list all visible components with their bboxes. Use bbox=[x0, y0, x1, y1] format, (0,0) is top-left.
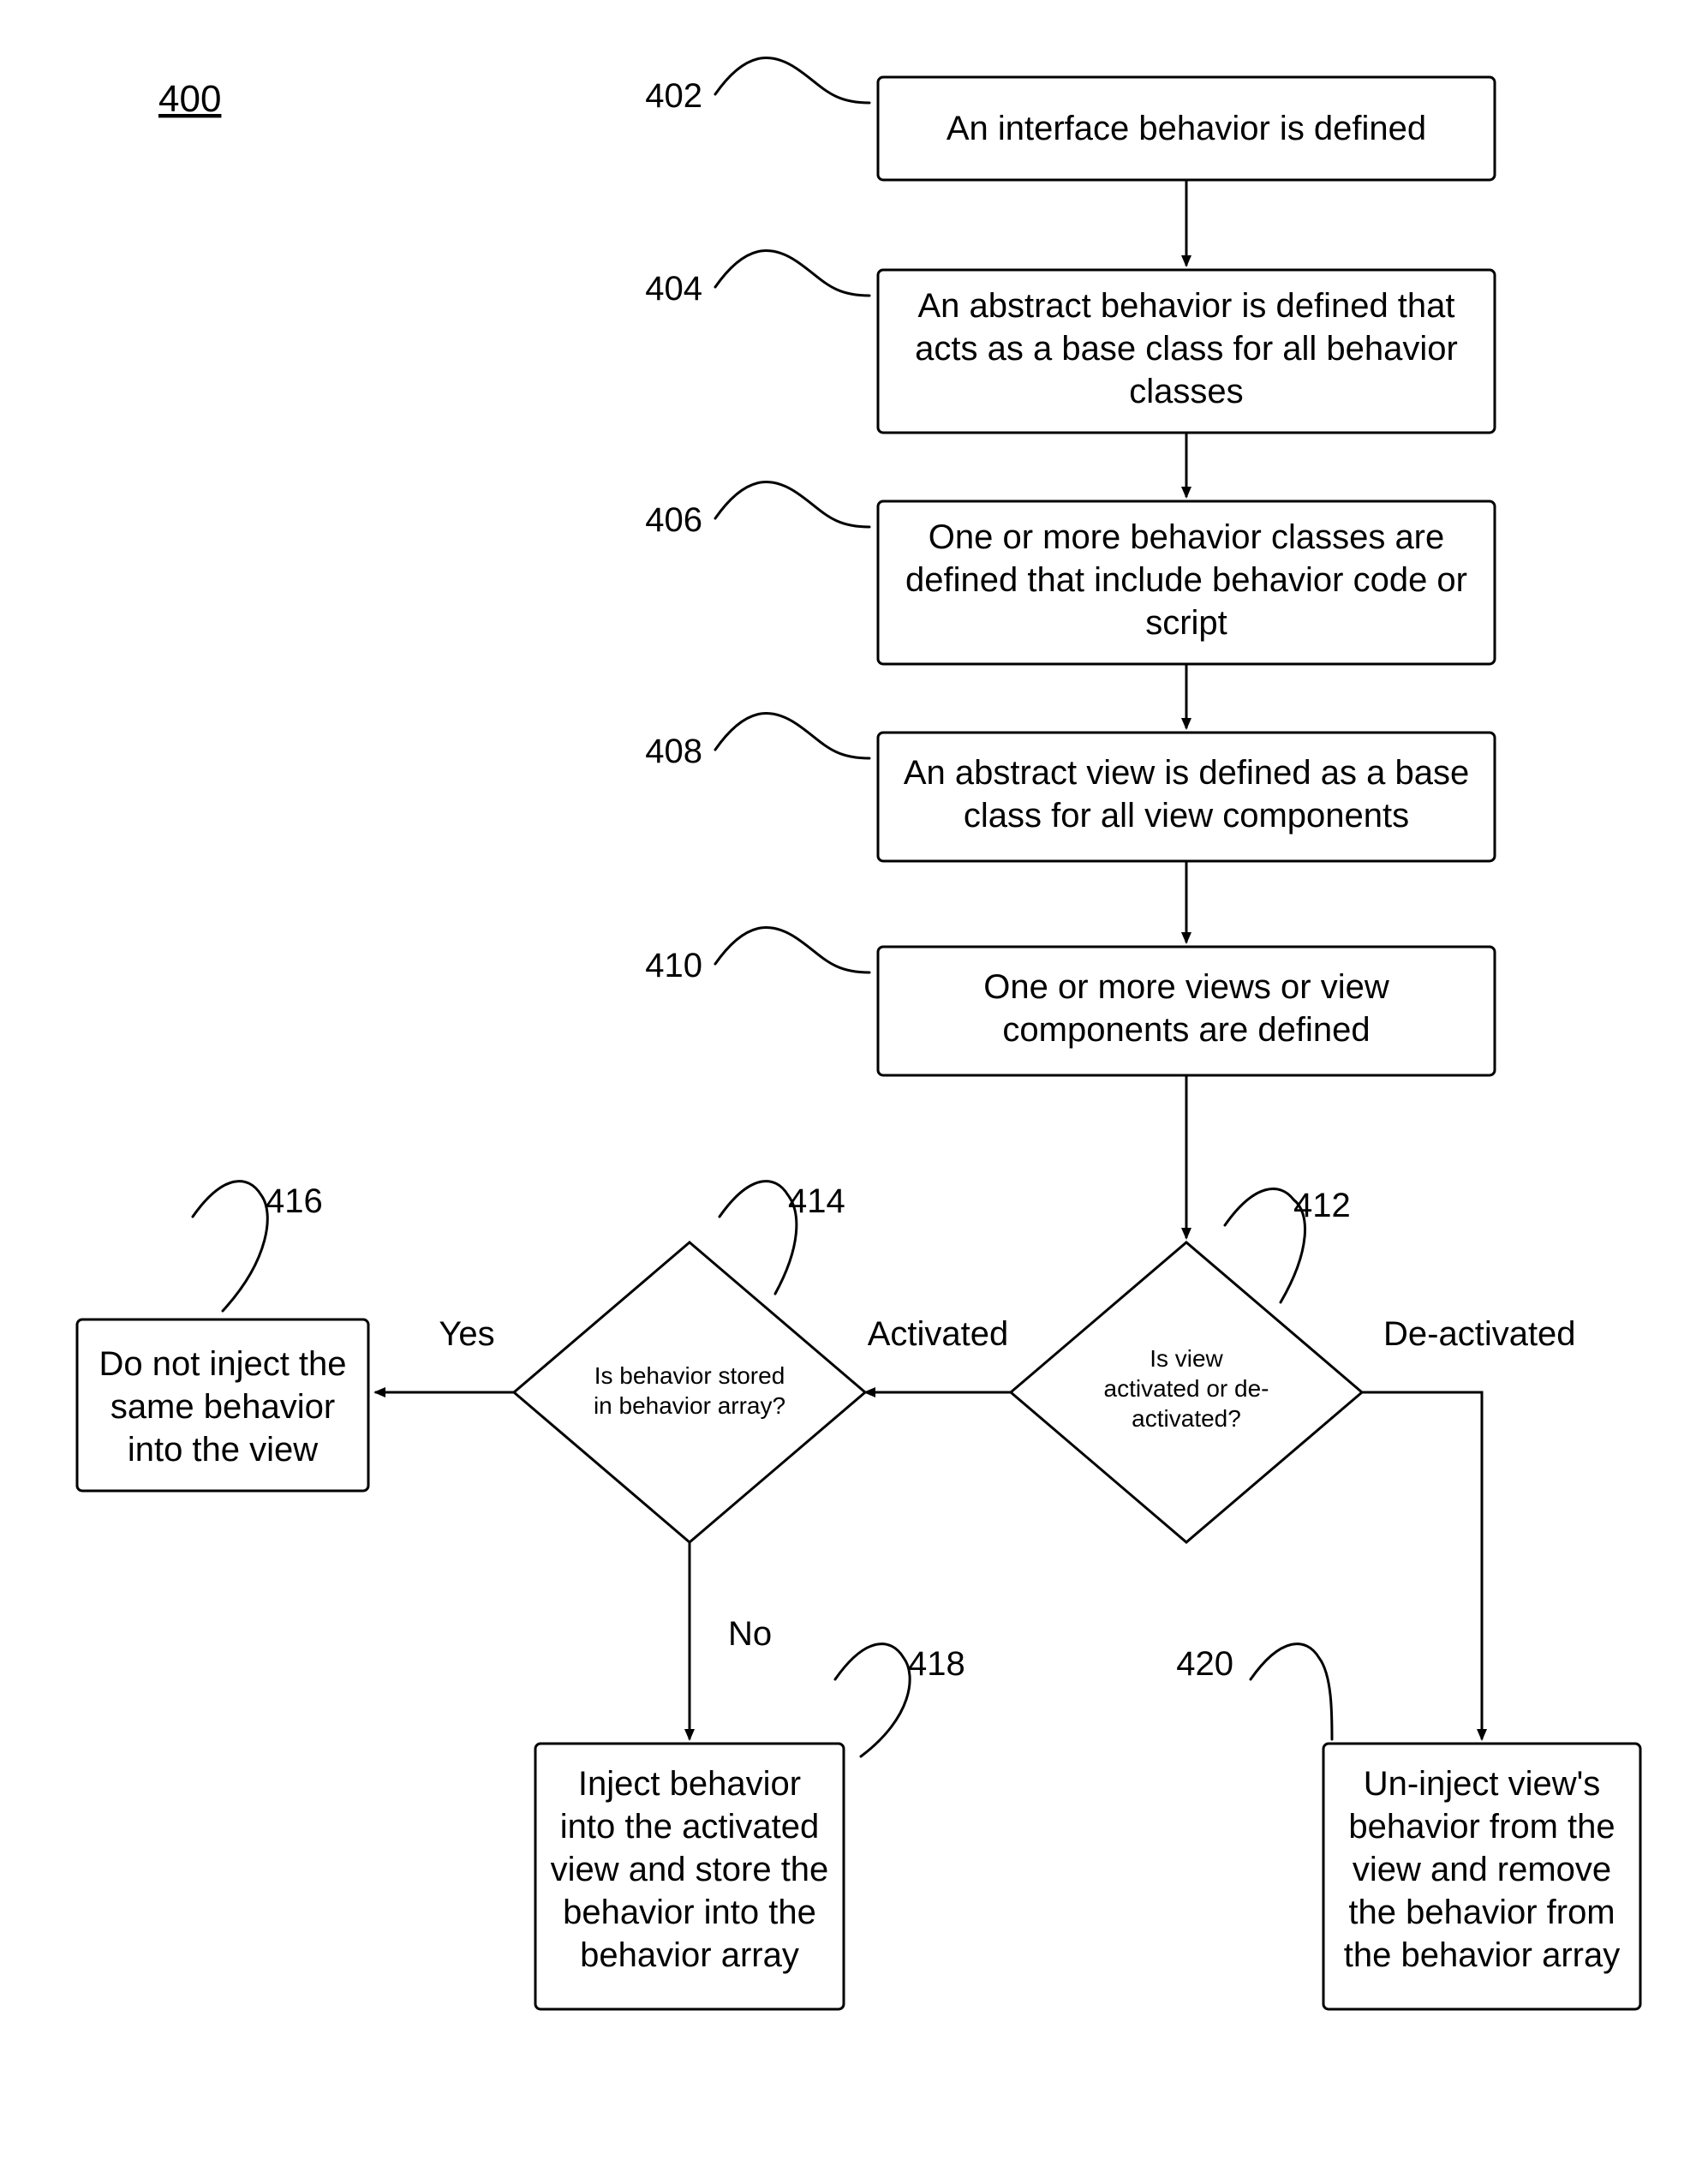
label-410: 410 bbox=[645, 947, 702, 984]
node-412: Is view activated or de- activated? 412 bbox=[1011, 1187, 1362, 1542]
node-416-text-1: Do not inject the bbox=[99, 1345, 346, 1383]
node-416-text-3: into the view bbox=[128, 1431, 318, 1469]
label-406: 406 bbox=[645, 501, 702, 539]
node-416-text-2: same behavior bbox=[110, 1388, 335, 1426]
node-420-text-4: the behavior from bbox=[1348, 1894, 1615, 1931]
figure-ref: 400 bbox=[158, 78, 221, 120]
node-418-text-4: behavior into the bbox=[563, 1894, 816, 1931]
node-406: One or more behavior classes are defined… bbox=[645, 482, 1495, 664]
node-410: One or more views or view components are… bbox=[645, 928, 1495, 1075]
node-420-text-2: behavior from the bbox=[1348, 1808, 1615, 1846]
node-414-text-1: Is behavior stored bbox=[594, 1362, 785, 1389]
node-404-text-1: An abstract behavior is defined that bbox=[917, 287, 1454, 325]
node-402: An interface behavior is defined 402 bbox=[645, 58, 1495, 180]
node-412-text-3: activated? bbox=[1132, 1405, 1241, 1432]
node-402-text: An interface behavior is defined bbox=[947, 110, 1426, 147]
node-420-text-1: Un-inject view's bbox=[1364, 1765, 1601, 1803]
node-406-text-3: script bbox=[1145, 604, 1227, 642]
edge-label-activated: Activated bbox=[868, 1315, 1009, 1353]
edge-label-no: No bbox=[728, 1615, 772, 1653]
node-410-text-1: One or more views or view bbox=[983, 968, 1389, 1006]
node-416: Do not inject the same behavior into the… bbox=[77, 1182, 368, 1491]
node-410-text-2: components are defined bbox=[1002, 1011, 1370, 1049]
node-420-text-3: view and remove bbox=[1353, 1851, 1611, 1888]
node-414: Is behavior stored in behavior array? 41… bbox=[514, 1182, 865, 1542]
node-418-text-5: behavior array bbox=[580, 1936, 799, 1974]
label-414: 414 bbox=[788, 1182, 845, 1220]
node-412-text-1: Is view bbox=[1150, 1345, 1223, 1372]
label-412: 412 bbox=[1293, 1187, 1351, 1224]
label-408: 408 bbox=[645, 733, 702, 770]
node-406-text-1: One or more behavior classes are bbox=[929, 518, 1445, 556]
node-420-text-5: the behavior array bbox=[1344, 1936, 1620, 1974]
node-404-text-2: acts as a base class for all behavior bbox=[915, 330, 1458, 368]
node-406-text-2: defined that include behavior code or bbox=[905, 561, 1467, 599]
label-402: 402 bbox=[645, 77, 702, 115]
edge-label-deactivated: De-activated bbox=[1383, 1315, 1576, 1353]
node-420: Un-inject view's behavior from the view … bbox=[1176, 1644, 1640, 2009]
node-418-text-2: into the activated bbox=[560, 1808, 819, 1846]
label-404: 404 bbox=[645, 270, 702, 308]
flowchart: 400 An interface behavior is defined 402… bbox=[0, 0, 1708, 2166]
label-418: 418 bbox=[908, 1645, 965, 1683]
label-416: 416 bbox=[266, 1182, 323, 1220]
node-404-text-3: classes bbox=[1129, 373, 1243, 410]
node-404: An abstract behavior is defined that act… bbox=[645, 251, 1495, 433]
node-418-text-3: view and store the bbox=[551, 1851, 829, 1888]
node-408-text-2: class for all view components bbox=[964, 797, 1409, 835]
node-414-text-2: in behavior array? bbox=[594, 1392, 785, 1419]
node-418-text-1: Inject behavior bbox=[578, 1765, 801, 1803]
node-412-text-2: activated or de- bbox=[1104, 1375, 1269, 1402]
edge-label-yes: Yes bbox=[439, 1315, 494, 1353]
node-408: An abstract view is defined as a base cl… bbox=[645, 714, 1495, 861]
node-408-text-1: An abstract view is defined as a base bbox=[904, 754, 1469, 792]
edge-412-420 bbox=[1362, 1392, 1482, 1739]
node-418: Inject behavior into the activated view … bbox=[535, 1644, 965, 2009]
label-420: 420 bbox=[1176, 1645, 1233, 1683]
